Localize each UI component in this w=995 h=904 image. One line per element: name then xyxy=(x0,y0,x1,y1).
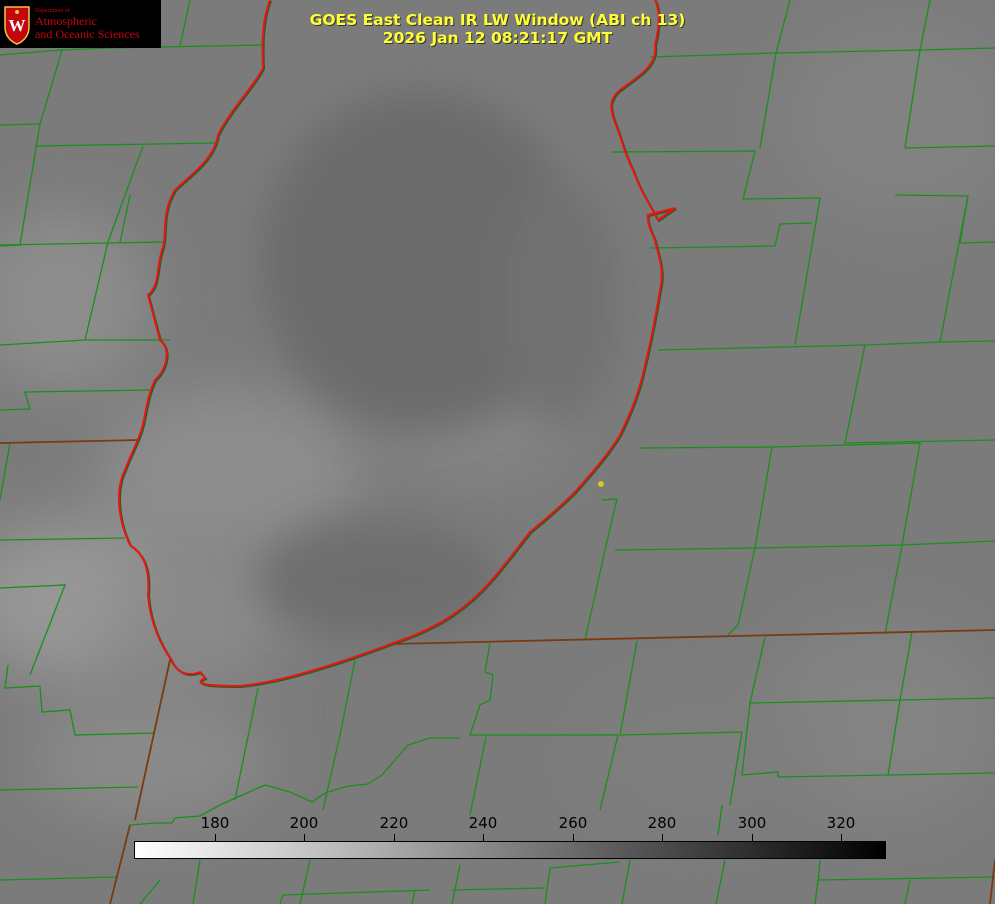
colorbar-tick-label: 300 xyxy=(737,814,767,832)
colorbar-tick-mark xyxy=(752,834,753,841)
title-line-1: GOES East Clean IR LW Window (ABI ch 13) xyxy=(309,11,686,29)
satellite-image-viewer: W Department of Atmospheric and Oceanic … xyxy=(0,0,995,904)
colorbar-tick-label: 260 xyxy=(558,814,588,832)
colorbar-tick-mark xyxy=(215,834,216,841)
colorbar-tick-mark xyxy=(394,834,395,841)
colorbar-tick-mark xyxy=(662,834,663,841)
colorbar-tick-label: 320 xyxy=(826,814,856,832)
satellite-scene xyxy=(0,0,995,904)
image-title: GOES East Clean IR LW Window (ABI ch 13)… xyxy=(290,11,705,47)
colorbar-tick-label: 240 xyxy=(468,814,498,832)
colorbar-tick-mark xyxy=(483,834,484,841)
colorbar-tick-label: 180 xyxy=(200,814,230,832)
colorbar-tick-mark xyxy=(841,834,842,841)
title-line-2: 2026 Jan 12 08:21:17 GMT xyxy=(382,29,613,47)
temperature-colorbar xyxy=(134,841,886,859)
logo-name-line1: Atmospheric xyxy=(35,14,97,28)
location-marker xyxy=(598,481,604,487)
colorbar-tick-label: 200 xyxy=(289,814,319,832)
svg-text:W: W xyxy=(9,16,26,35)
colorbar-tick-label: 220 xyxy=(379,814,409,832)
logo-name-line2: and Oceanic Sciences xyxy=(35,27,140,41)
uw-crest-icon: W xyxy=(4,6,30,45)
aos-logo: W Department of Atmospheric and Oceanic … xyxy=(0,0,161,48)
colorbar-tick-label: 280 xyxy=(647,814,677,832)
colorbar-tick-mark xyxy=(573,834,574,841)
colorbar-tick-mark xyxy=(304,834,305,841)
